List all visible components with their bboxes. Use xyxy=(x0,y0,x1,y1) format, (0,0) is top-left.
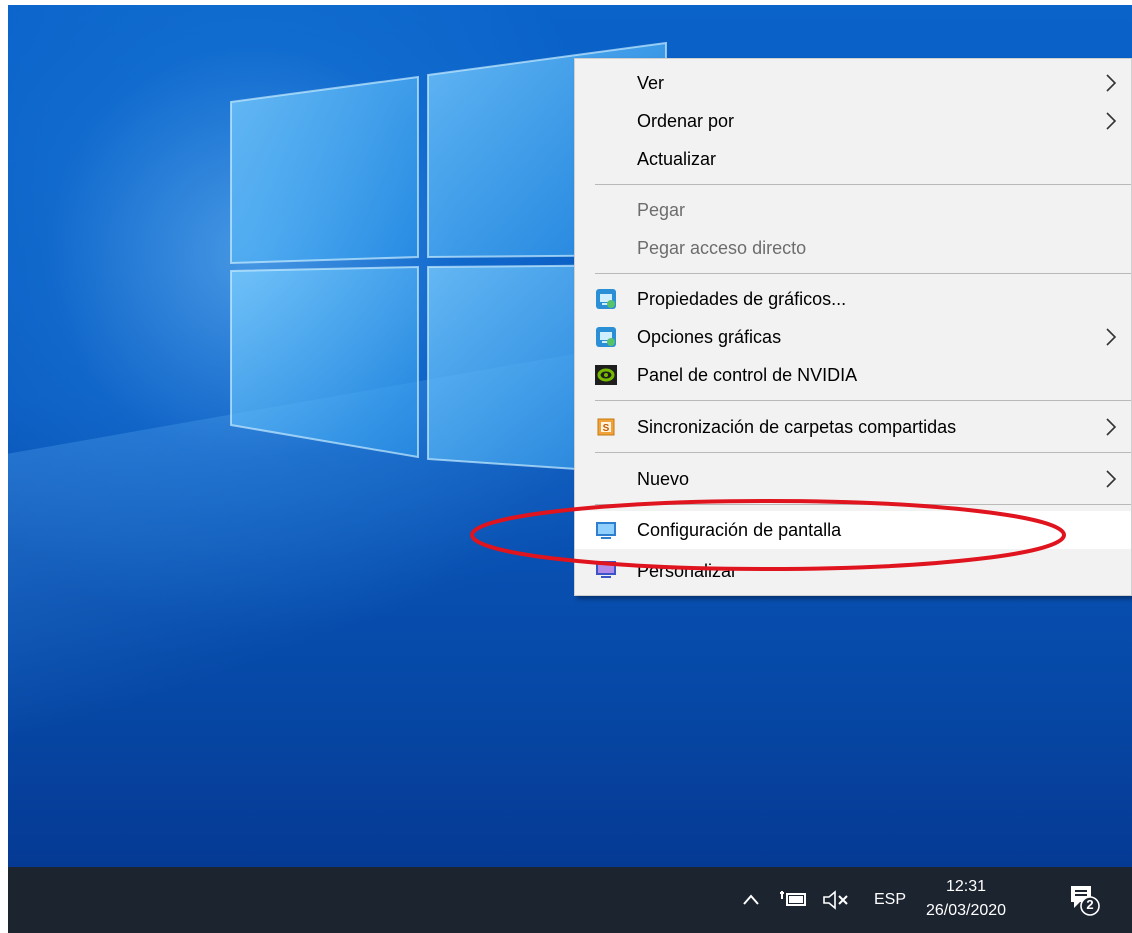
menu-item-configuracion-pantalla[interactable]: Configuración de pantalla xyxy=(575,511,1131,549)
menu-item-ordenar-por[interactable]: Ordenar por xyxy=(575,102,1131,140)
menu-separator xyxy=(595,273,1131,274)
chevron-up-icon xyxy=(743,894,759,905)
volume-muted-icon[interactable] xyxy=(822,867,850,933)
context-menu: Ver Ordenar por Actualizar Pegar Pegar a… xyxy=(574,58,1132,596)
menu-item-propiedades-graficos[interactable]: Propiedades de gráficos... xyxy=(575,280,1131,318)
menu-item-opciones-graficas[interactable]: Opciones gráficas xyxy=(575,318,1131,356)
chevron-right-icon xyxy=(1106,74,1117,92)
notification-icon xyxy=(1071,886,1100,916)
show-hidden-icons-button[interactable] xyxy=(741,867,761,933)
chevron-right-icon xyxy=(1106,470,1117,488)
personalize-icon xyxy=(596,561,616,578)
taskbar: ESP 12:31 26/03/2020 2 xyxy=(8,867,1132,933)
chevron-right-icon xyxy=(1106,328,1117,346)
menu-item-sincronizacion-carpetas[interactable]: S Sincronización de carpetas compartidas xyxy=(575,408,1131,446)
sync-folders-icon: S xyxy=(597,418,615,436)
menu-item-panel-nvidia[interactable]: Panel de control de NVIDIA xyxy=(575,356,1131,394)
menu-separator xyxy=(595,400,1131,401)
menu-item-nuevo[interactable]: Nuevo xyxy=(575,460,1131,498)
menu-separator xyxy=(595,504,1131,505)
chevron-right-icon xyxy=(1106,112,1117,130)
network-icon[interactable] xyxy=(778,867,808,933)
menu-item-personalizar[interactable]: Personalizar xyxy=(575,555,1131,581)
clock[interactable]: 12:31 26/03/2020 xyxy=(926,875,1006,923)
menu-separator xyxy=(595,452,1131,453)
nvidia-icon xyxy=(595,365,617,385)
notification-count-badge: 2 xyxy=(1086,897,1094,912)
menu-item-actualizar[interactable]: Actualizar xyxy=(575,140,1131,178)
date-label: 26/03/2020 xyxy=(926,902,1007,919)
action-center-button[interactable]: 2 xyxy=(1068,867,1100,933)
language-label: ESP xyxy=(874,891,907,908)
display-icon xyxy=(596,522,616,539)
menu-separator xyxy=(595,184,1131,185)
intel-graphics-icon xyxy=(596,289,616,309)
language-indicator[interactable]: ESP xyxy=(874,867,906,933)
intel-graphics-icon xyxy=(596,327,616,347)
menu-item-pegar-acceso-directo: Pegar acceso directo xyxy=(637,237,807,258)
chevron-right-icon xyxy=(1106,418,1117,436)
menu-item-pegar: Pegar xyxy=(637,199,686,220)
menu-item-ver[interactable]: Ver xyxy=(575,64,1131,102)
time-label: 12:31 xyxy=(945,878,987,895)
svg-text:S: S xyxy=(603,423,610,434)
